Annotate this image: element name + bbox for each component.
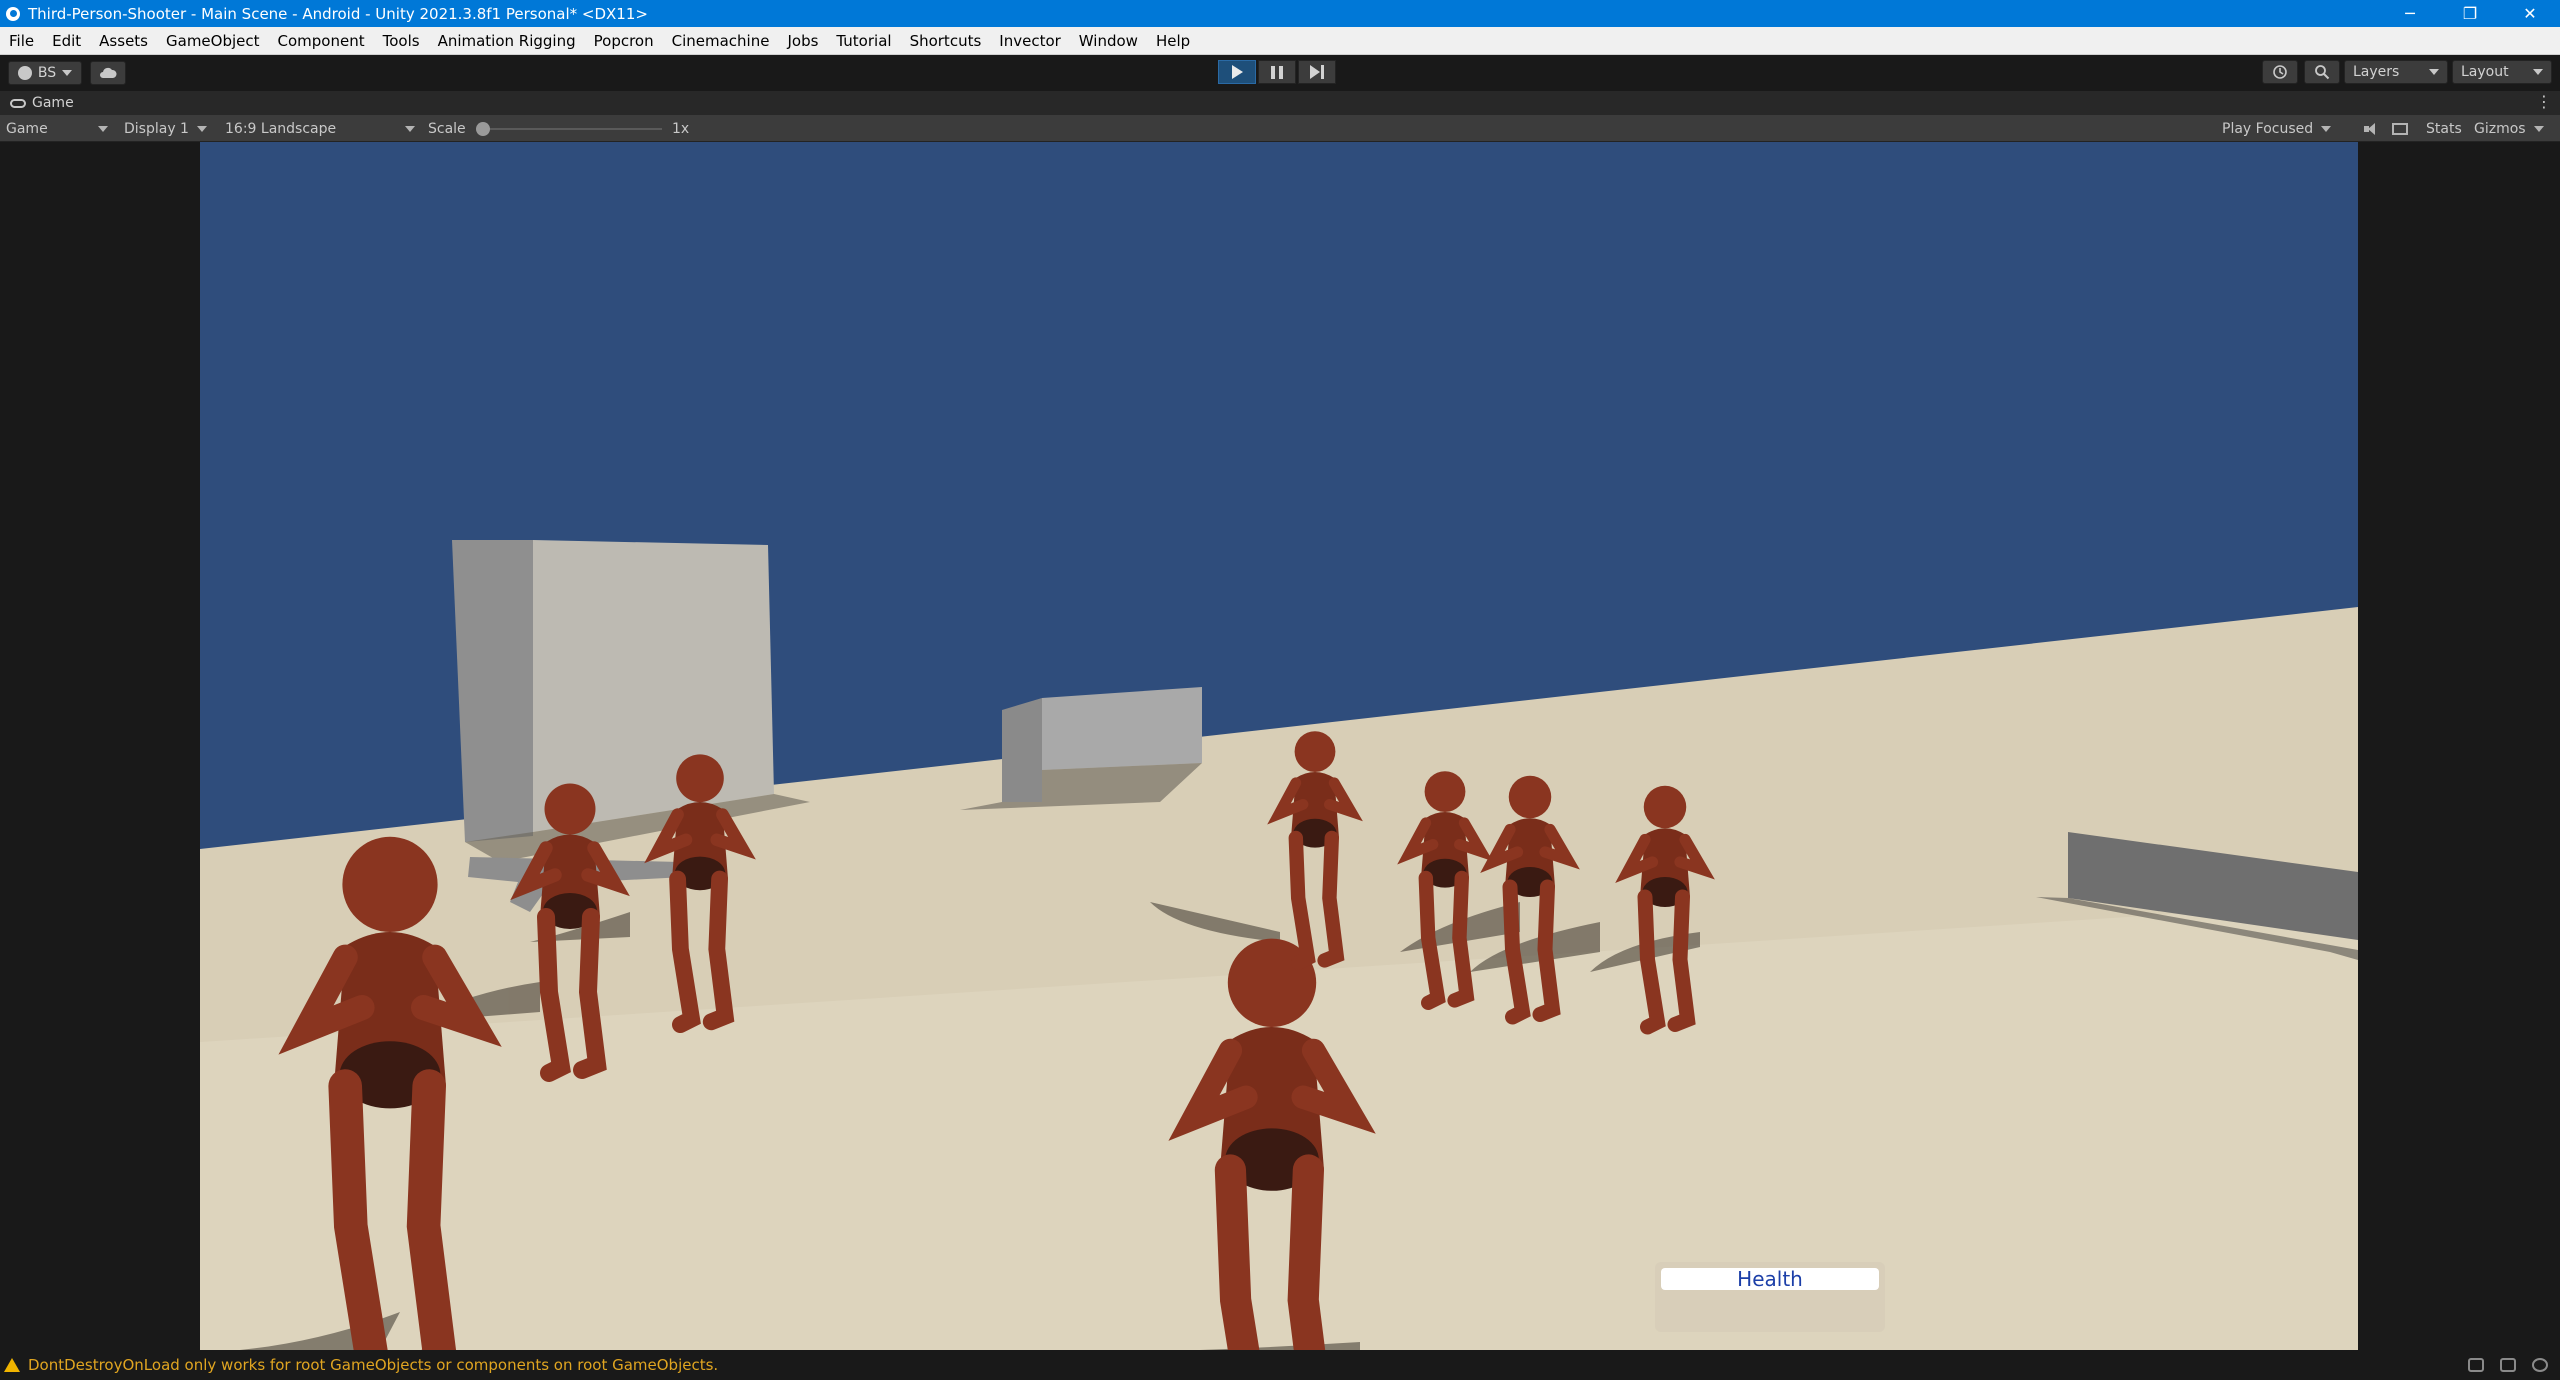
scale-value: 1x [672, 120, 690, 137]
pause-icon [1271, 65, 1283, 79]
gizmos-label: Gizmos [2474, 120, 2526, 137]
game-scene [200, 142, 2358, 1350]
more-options-icon[interactable]: ⋮ [2536, 94, 2552, 110]
scale-label: Scale [428, 120, 466, 137]
play-controls [1218, 60, 1336, 84]
tab-game[interactable]: Game [0, 95, 74, 111]
debug-icon[interactable] [2468, 1358, 2484, 1372]
chevron-down-icon [2533, 125, 2544, 132]
account-label: BS [37, 65, 57, 81]
menu-window[interactable]: Window [1070, 27, 1147, 55]
display-label: Display 1 [124, 120, 189, 137]
play-mode-label: Play Focused [2222, 120, 2314, 137]
view-mode-label: Game [6, 120, 48, 137]
pause-button[interactable] [1258, 60, 1296, 84]
play-mode-dropdown[interactable]: Play Focused [2222, 115, 2332, 142]
chevron-down-icon [2429, 69, 2439, 75]
unity-logo-icon [6, 6, 20, 21]
step-button[interactable] [1298, 60, 1336, 84]
display-grid-icon [2392, 122, 2408, 135]
check-icon[interactable] [2532, 1358, 2548, 1372]
game-tab-bar: Game ⋮ [0, 91, 2560, 115]
health-panel: Health [1655, 1262, 1885, 1332]
history-icon [2273, 65, 2287, 79]
chevron-down-icon [98, 125, 108, 132]
gamepad-icon [10, 98, 26, 108]
menu-assets[interactable]: Assets [90, 27, 157, 55]
menu-bar: File Edit Assets GameObject Component To… [0, 27, 2560, 55]
layout-label: Layout [2461, 64, 2509, 80]
cloud-icon [100, 67, 117, 78]
health-bar: Health [1661, 1267, 1879, 1291]
menu-cinemachine[interactable]: Cinemachine [663, 27, 779, 55]
game-viewport[interactable]: Health [200, 142, 2358, 1350]
cloud-button[interactable] [90, 61, 126, 85]
play-icon [1231, 65, 1243, 79]
menu-gameobject[interactable]: GameObject [157, 27, 269, 55]
layers-label: Layers [2353, 64, 2400, 80]
menu-jobs[interactable]: Jobs [778, 27, 827, 55]
view-mode-dropdown[interactable]: Game [6, 115, 108, 142]
warning-icon [4, 1358, 20, 1372]
game-view-controls: Game Display 1 16:9 Landscape Scale 1x P… [0, 115, 2560, 142]
search-button[interactable] [2304, 60, 2340, 84]
menu-help[interactable]: Help [1147, 27, 1199, 55]
chevron-down-icon [405, 125, 415, 132]
undo-history-button[interactable] [2262, 60, 2298, 84]
chevron-down-icon [2321, 125, 2332, 132]
menu-file[interactable]: File [0, 27, 43, 55]
menu-component[interactable]: Component [269, 27, 374, 55]
gizmos-dropdown[interactable]: Gizmos [2474, 115, 2544, 142]
play-button[interactable] [1218, 60, 1256, 84]
account-dropdown[interactable]: BS [8, 61, 82, 85]
menu-animation-rigging[interactable]: Animation Rigging [429, 27, 585, 55]
step-icon [1310, 65, 1324, 79]
minimize-button[interactable]: ─ [2380, 0, 2440, 27]
mute-audio-button[interactable] [2364, 115, 2378, 142]
menu-invector[interactable]: Invector [990, 27, 1070, 55]
vsync-button[interactable] [2392, 115, 2408, 142]
tab-game-label: Game [32, 95, 74, 111]
layers-dropdown[interactable]: Layers [2344, 60, 2448, 84]
chevron-down-icon [196, 125, 207, 132]
menu-popcron[interactable]: Popcron [585, 27, 663, 55]
stats-button[interactable]: Stats [2426, 115, 2462, 142]
account-icon [17, 66, 32, 80]
status-bar[interactable]: DontDestroyOnLoad only works for root Ga… [0, 1350, 2560, 1380]
display-dropdown[interactable]: Display 1 [124, 115, 207, 142]
menu-edit[interactable]: Edit [43, 27, 90, 55]
chevron-down-icon [2533, 69, 2543, 75]
scale-slider-track[interactable] [484, 128, 662, 130]
health-label: Health [1737, 1267, 1803, 1291]
aspect-label: 16:9 Landscape [225, 120, 337, 137]
menu-shortcuts[interactable]: Shortcuts [901, 27, 991, 55]
progress-icon[interactable] [2500, 1358, 2516, 1372]
chevron-down-icon [62, 70, 73, 76]
speaker-icon [2364, 122, 2378, 135]
aspect-dropdown[interactable]: 16:9 Landscape [225, 115, 415, 142]
menu-tools[interactable]: Tools [374, 27, 429, 55]
scale-slider-handle[interactable] [476, 122, 490, 136]
menu-tutorial[interactable]: Tutorial [827, 27, 900, 55]
restore-button[interactable]: ❐ [2440, 0, 2500, 27]
title-bar: Third-Person-Shooter - Main Scene - Andr… [0, 0, 2560, 27]
search-icon [2315, 65, 2330, 80]
window-title: Third-Person-Shooter - Main Scene - Andr… [28, 4, 648, 23]
layout-dropdown[interactable]: Layout [2452, 60, 2552, 84]
console-message[interactable]: DontDestroyOnLoad only works for root Ga… [28, 1356, 718, 1374]
close-button[interactable]: ✕ [2500, 0, 2560, 27]
